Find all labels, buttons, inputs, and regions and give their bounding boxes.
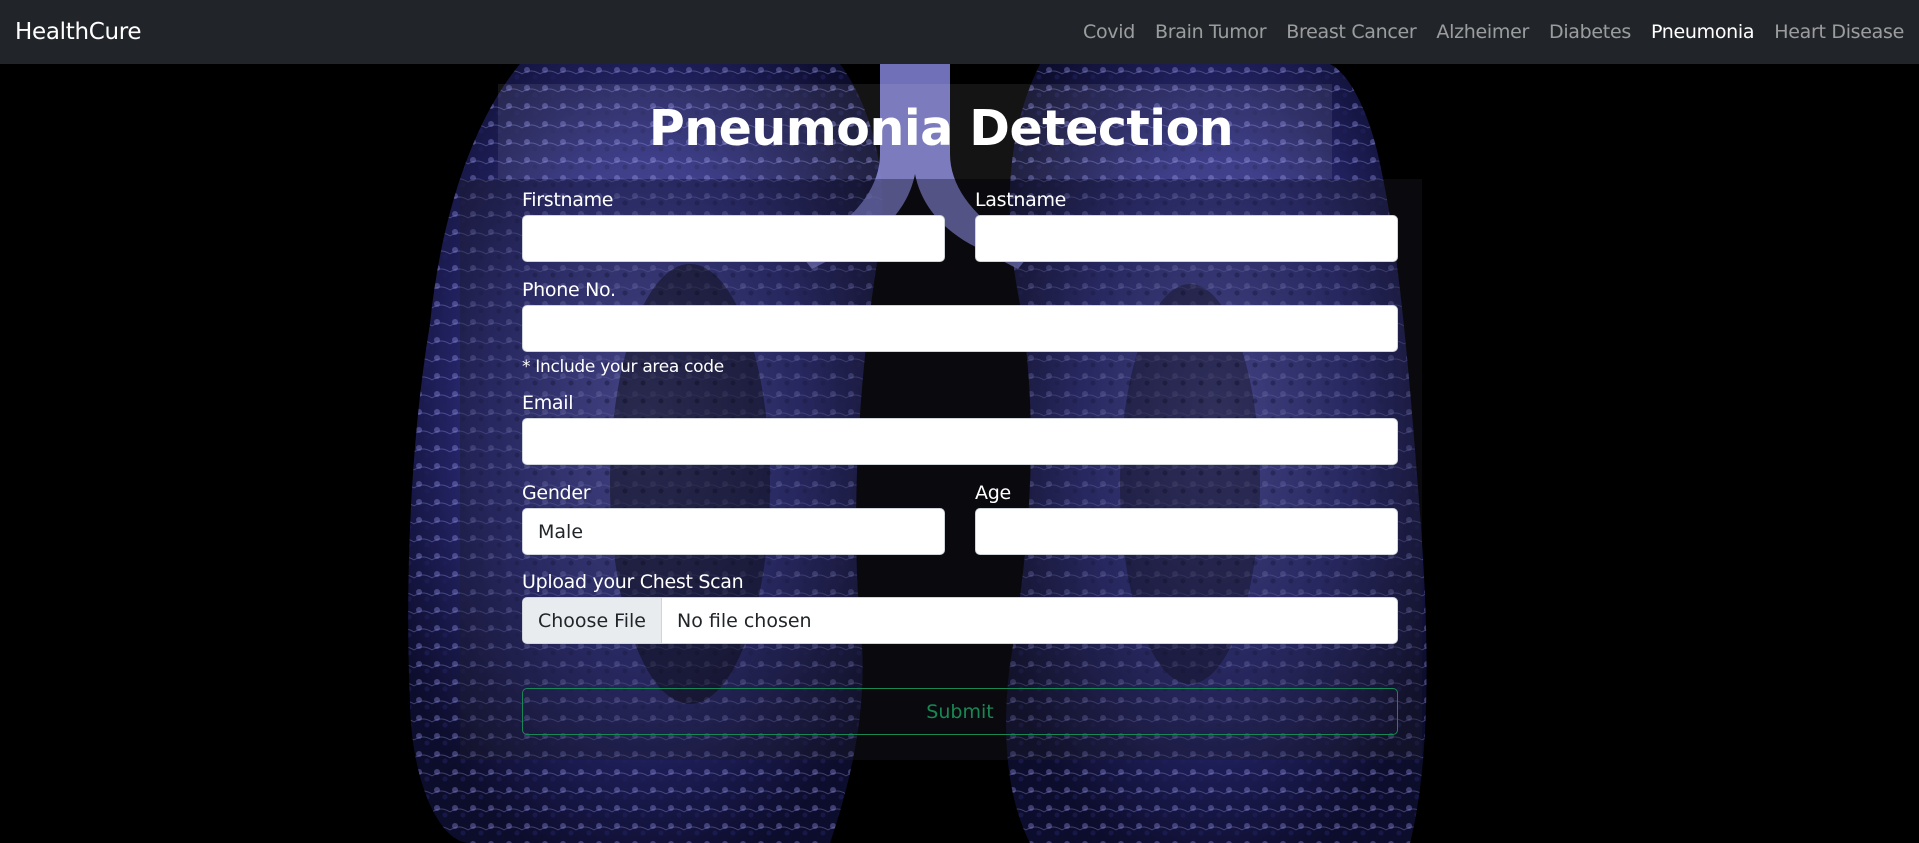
- email-label: Email: [522, 392, 574, 414]
- phone-field[interactable]: [522, 305, 1398, 352]
- choose-file-button[interactable]: Choose File: [523, 598, 662, 643]
- lastname-label: Lastname: [975, 189, 1067, 211]
- phone-label: Phone No.: [522, 279, 616, 301]
- age-field[interactable]: [975, 508, 1398, 555]
- file-status-text: No file chosen: [676, 609, 812, 632]
- nav-link-heart-disease[interactable]: Heart Disease: [1774, 21, 1904, 43]
- phone-hint: * Include your area code: [522, 357, 724, 377]
- nav-links: Covid Brain Tumor Breast Cancer Alzheime…: [1083, 21, 1904, 43]
- submit-button[interactable]: Submit: [522, 688, 1398, 735]
- form-panel: [460, 179, 1422, 760]
- age-label: Age: [975, 482, 1011, 504]
- nav-link-brain-tumor[interactable]: Brain Tumor: [1155, 21, 1267, 43]
- email-field[interactable]: [522, 418, 1398, 465]
- pneumonia-form-card: Pneumonia Detection Firstname Lastname P…: [460, 84, 1422, 760]
- nav-link-breast-cancer[interactable]: Breast Cancer: [1286, 21, 1416, 43]
- nav-link-covid[interactable]: Covid: [1083, 21, 1135, 43]
- brand-logo[interactable]: HealthCure: [15, 19, 142, 45]
- upload-label: Upload your Chest Scan: [522, 571, 744, 593]
- gender-label: Gender: [522, 482, 591, 504]
- firstname-label: Firstname: [522, 189, 614, 211]
- lastname-field[interactable]: [975, 215, 1398, 262]
- nav-link-alzheimer[interactable]: Alzheimer: [1436, 21, 1529, 43]
- chest-scan-file-input[interactable]: Choose File No file chosen: [522, 597, 1398, 644]
- nav-link-pneumonia[interactable]: Pneumonia: [1651, 21, 1755, 43]
- nav-link-diabetes[interactable]: Diabetes: [1549, 21, 1631, 43]
- gender-selected-value: Male: [538, 520, 584, 543]
- page-title: Pneumonia Detection: [648, 100, 1234, 157]
- top-navbar: HealthCure Covid Brain Tumor Breast Canc…: [0, 0, 1919, 64]
- firstname-field[interactable]: [522, 215, 945, 262]
- gender-select[interactable]: Male: [522, 508, 945, 555]
